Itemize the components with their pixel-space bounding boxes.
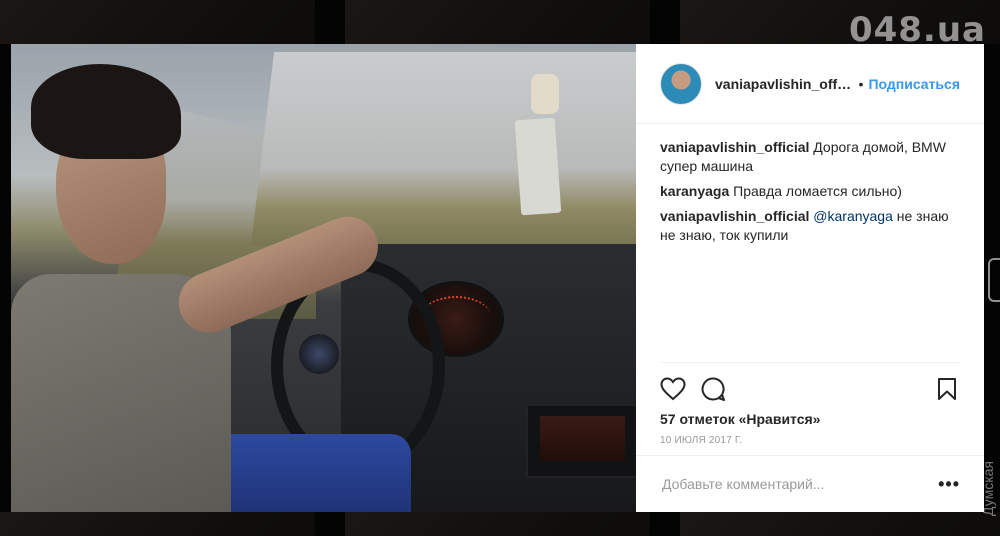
- header-separator: •: [858, 75, 864, 92]
- post-date: 10 ИЮЛЯ 2017 Г.: [660, 435, 743, 446]
- comment-username[interactable]: vaniapavlishin_official: [660, 139, 809, 155]
- person-shorts: [211, 434, 411, 512]
- chevron-right-icon[interactable]: [988, 258, 1000, 302]
- bookmark-icon[interactable]: [934, 376, 960, 402]
- add-comment-row: •••: [636, 455, 984, 512]
- comments-list: vaniapavlishin_official Дорога домой, BM…: [636, 124, 984, 512]
- air-freshener: [514, 117, 562, 216]
- heart-icon[interactable]: [660, 376, 686, 402]
- post-header: vaniapavlishin_offic... • Подписаться: [636, 44, 984, 124]
- post-photo[interactable]: [11, 44, 636, 512]
- car-radio: [526, 404, 636, 478]
- avatar[interactable]: [660, 62, 702, 105]
- post-side-panel: vaniapavlishin_offic... • Подписаться va…: [636, 44, 984, 512]
- comment-text: Правда ломается сильно): [729, 183, 902, 199]
- post-modal: vaniapavlishin_offic... • Подписаться va…: [11, 44, 984, 512]
- list-item: karanyaga Правда ломается сильно): [660, 182, 960, 201]
- list-item: vaniapavlishin_official @karanyaga не зн…: [660, 207, 960, 245]
- person-hair: [31, 64, 181, 159]
- comment-username[interactable]: vaniapavlishin_official: [660, 208, 809, 224]
- air-freshener-cap: [531, 74, 559, 114]
- comment-icon[interactable]: [700, 376, 726, 402]
- follow-button[interactable]: Подписаться: [868, 76, 960, 92]
- comment-mention[interactable]: @karanyaga: [813, 208, 893, 224]
- likes-count[interactable]: 57 отметок «Нравится»: [636, 405, 984, 427]
- steering-wheel-hub: [299, 334, 339, 374]
- caption-comment: vaniapavlishin_official Дорога домой, BM…: [660, 138, 960, 176]
- action-bar: [660, 362, 960, 405]
- post-username[interactable]: vaniapavlishin_offic...: [715, 76, 853, 92]
- comment-username[interactable]: karanyaga: [660, 183, 729, 199]
- more-options-icon[interactable]: •••: [938, 474, 960, 495]
- add-comment-input[interactable]: [660, 475, 939, 493]
